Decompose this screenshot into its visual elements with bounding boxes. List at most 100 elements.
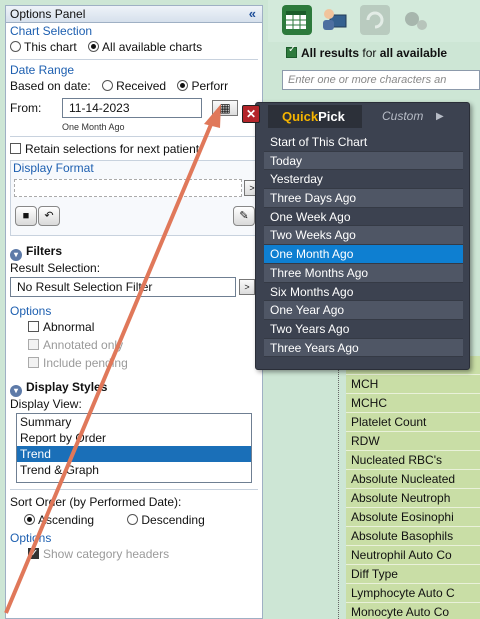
show-category-checkbox[interactable] bbox=[28, 545, 39, 563]
panel-title-bar: Options Panel « bbox=[6, 6, 262, 23]
quickpick-list: Start of This Chart Today Yesterday Thre… bbox=[264, 133, 463, 358]
all-results-row: All results for all available bbox=[286, 44, 448, 60]
performed-radio[interactable] bbox=[177, 80, 189, 91]
this-chart-label: This chart bbox=[24, 40, 77, 54]
divider bbox=[10, 136, 258, 137]
display-view-wrap: Summary Report by Order Trend Trend & Gr… bbox=[6, 412, 262, 486]
list-item[interactable]: MCH bbox=[346, 375, 480, 394]
received-radio[interactable] bbox=[102, 80, 114, 91]
close-icon[interactable]: ✕ bbox=[242, 105, 260, 123]
filters-header: Filters bbox=[26, 244, 63, 258]
tab-quick-label-b: Pick bbox=[318, 109, 345, 124]
collapse-panel-icon[interactable]: « bbox=[249, 6, 256, 22]
quickpick-item[interactable]: Yesterday bbox=[264, 170, 463, 190]
save-icon[interactable]: ■ bbox=[15, 206, 37, 226]
chart-selection-row: This chart All available charts bbox=[6, 38, 262, 56]
abnormal-checkbox[interactable] bbox=[28, 321, 39, 332]
from-date-field[interactable]: 11-14-2023 bbox=[62, 98, 202, 118]
quickpick-item[interactable]: Three Months Ago bbox=[264, 263, 463, 283]
spreadsheet-icon[interactable] bbox=[282, 5, 312, 35]
settings-group-icon[interactable] bbox=[400, 5, 430, 35]
view-item-trend[interactable]: Trend bbox=[17, 446, 251, 462]
quickpick-item-selected[interactable]: One Month Ago bbox=[264, 245, 463, 264]
view-item-summary[interactable]: Summary bbox=[17, 414, 251, 430]
display-format-box: Display Format > ■ ↶ ✎ bbox=[10, 160, 260, 236]
this-chart-radio[interactable] bbox=[10, 41, 21, 52]
view-item-report-by-order[interactable]: Report by Order bbox=[17, 430, 251, 446]
abnormal-label: Abnormal bbox=[43, 320, 95, 334]
quickpick-item[interactable]: One Year Ago bbox=[264, 301, 463, 320]
quickpick-item[interactable]: Six Months Ago bbox=[264, 283, 463, 302]
tree-connector bbox=[338, 356, 339, 619]
display-view-label: Display View: bbox=[10, 397, 82, 411]
tab-quickpick[interactable]: QuickPick bbox=[268, 105, 362, 128]
quickpick-item[interactable]: Two Weeks Ago bbox=[264, 226, 463, 246]
all-results-mid: for bbox=[359, 46, 380, 60]
calendar-icon[interactable]: ▦ bbox=[212, 100, 238, 116]
sort-order-row: Ascending Descending bbox=[6, 511, 262, 529]
received-label: Received bbox=[116, 79, 167, 93]
all-results-suffix: all available bbox=[379, 46, 448, 60]
options-panel: Options Panel « Chart Selection This cha… bbox=[5, 5, 263, 619]
quickpick-item[interactable]: Two Years Ago bbox=[264, 320, 463, 339]
ascending-label: Ascending bbox=[38, 513, 95, 527]
show-category-row: Show category headers bbox=[6, 545, 262, 563]
retain-checkbox[interactable] bbox=[10, 143, 21, 154]
panel-title: Options Panel bbox=[10, 7, 86, 21]
based-on-row: Based on date: Received Perforr bbox=[6, 77, 262, 95]
results-toolbar bbox=[268, 0, 480, 42]
result-selection-label: Result Selection: bbox=[10, 261, 101, 275]
annotated-row: Annotated only bbox=[6, 336, 262, 354]
list-item[interactable]: Neutrophil Auto Co bbox=[346, 546, 480, 565]
pending-label: Include pending bbox=[43, 356, 128, 370]
quickpick-item[interactable]: Three Days Ago bbox=[264, 189, 463, 208]
retain-row: Retain selections for next patient bbox=[6, 140, 262, 158]
list-item[interactable]: Absolute Neutroph bbox=[346, 489, 480, 508]
list-item[interactable]: Absolute Nucleated bbox=[346, 470, 480, 489]
display-format-field[interactable] bbox=[14, 179, 242, 197]
person-computer-icon[interactable] bbox=[320, 5, 350, 35]
quickpick-item[interactable]: Start of This Chart bbox=[264, 133, 463, 152]
display-styles-group-header[interactable]: ▾ Display Styles bbox=[6, 378, 262, 397]
list-item[interactable]: Lymphocyte Auto C bbox=[346, 584, 480, 603]
list-item[interactable]: Nucleated RBC's bbox=[346, 451, 480, 470]
ascending-radio[interactable] bbox=[24, 514, 35, 525]
pending-row: Include pending bbox=[6, 354, 262, 372]
list-item[interactable]: Diff Type bbox=[346, 565, 480, 584]
descending-radio[interactable] bbox=[127, 514, 139, 525]
view-item-trend-graph[interactable]: Trend & Graph bbox=[17, 462, 251, 478]
date-range-header: Date Range bbox=[10, 63, 75, 77]
from-hint: One Month Ago bbox=[62, 122, 125, 132]
undo-icon[interactable]: ↶ bbox=[38, 206, 60, 226]
display-format-header: Display Format bbox=[13, 161, 94, 175]
list-item[interactable]: Absolute Basophils bbox=[346, 527, 480, 546]
quickpick-item[interactable]: Today bbox=[264, 151, 463, 171]
pending-checkbox[interactable] bbox=[28, 357, 39, 368]
display-view-list[interactable]: Summary Report by Order Trend Trend & Gr… bbox=[16, 413, 252, 483]
annotated-checkbox[interactable] bbox=[28, 339, 39, 350]
refresh-icon[interactable] bbox=[360, 5, 390, 35]
results-search-input[interactable]: Enter one or more characters an bbox=[282, 70, 480, 90]
quickpick-item[interactable]: One Week Ago bbox=[264, 208, 463, 227]
results-list: MCV MCH MCHC Platelet Count RDW Nucleate… bbox=[346, 356, 480, 619]
retain-label: Retain selections for next patient bbox=[25, 142, 200, 156]
filters-group-header[interactable]: ▾ Filters bbox=[6, 242, 262, 261]
result-selection-dropdown-icon[interactable]: > bbox=[239, 279, 255, 295]
edit-icon[interactable]: ✎ bbox=[233, 206, 255, 226]
from-label: From: bbox=[10, 101, 42, 115]
list-item[interactable]: Absolute Eosinophi bbox=[346, 508, 480, 527]
result-selection-field[interactable]: No Result Selection Filter bbox=[10, 277, 236, 297]
tab-custom[interactable]: Custom bbox=[382, 105, 423, 128]
list-item[interactable]: MCHC bbox=[346, 394, 480, 413]
abnormal-row: Abnormal bbox=[6, 318, 262, 336]
divider bbox=[10, 489, 258, 490]
list-item[interactable]: Platelet Count bbox=[346, 413, 480, 432]
display-options-header: Options bbox=[10, 531, 52, 545]
list-item[interactable]: RDW bbox=[346, 432, 480, 451]
result-selection-row: No Result Selection Filter > bbox=[6, 276, 262, 298]
all-charts-radio[interactable] bbox=[88, 41, 100, 52]
list-item[interactable]: Monocyte Auto Co bbox=[346, 603, 480, 619]
quickpick-item[interactable]: Three Years Ago bbox=[264, 338, 463, 358]
all-results-checkbox[interactable] bbox=[286, 44, 297, 58]
all-results-prefix: All results bbox=[301, 46, 360, 60]
